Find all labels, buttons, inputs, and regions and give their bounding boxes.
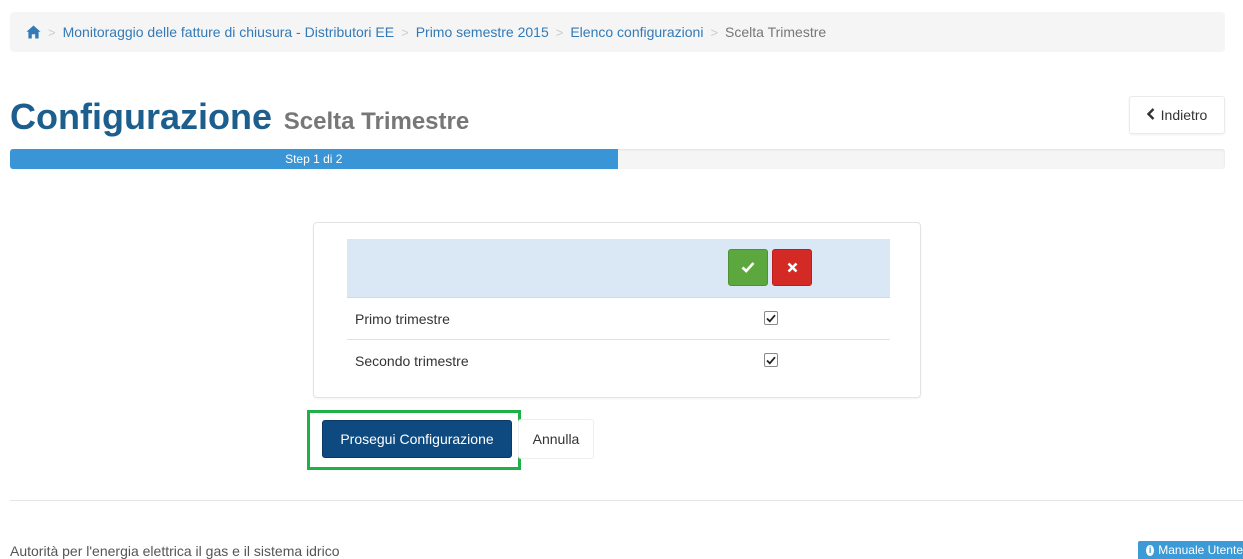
quarter-selection-panel: Primo trimestre Secondo trimestre [313, 222, 921, 398]
breadcrumb-separator: > [710, 24, 719, 40]
breadcrumb-separator: > [555, 24, 564, 40]
home-icon[interactable] [26, 25, 41, 39]
user-manual-button[interactable]: i Manuale Utente [1138, 541, 1243, 559]
check-icon [741, 260, 755, 276]
quarter-table: Primo trimestre Secondo trimestre [347, 239, 890, 382]
table-header-actions [728, 249, 812, 286]
progress-label: Step 1 di 2 [285, 152, 343, 166]
user-manual-label: Manuale Utente [1158, 543, 1243, 557]
breadcrumb-separator: > [401, 24, 409, 40]
info-circle-icon: i [1146, 544, 1155, 556]
cancel-button[interactable]: Annulla [518, 419, 594, 459]
progress-bar: Step 1 di 2 [10, 149, 1225, 169]
footer-text: Autorità per l'energia elettrica il gas … [10, 543, 340, 559]
row-label: Primo trimestre [355, 310, 450, 327]
page-title-main: Configurazione [10, 96, 272, 137]
table-row: Secondo trimestre [347, 340, 890, 382]
back-button-label: Indietro [1160, 107, 1208, 123]
row-label: Secondo trimestre [355, 353, 469, 369]
select-all-button[interactable] [728, 249, 768, 286]
breadcrumb-current: Scelta Trimestre [725, 24, 827, 40]
breadcrumb-link-monitoraggio[interactable]: Monitoraggio delle fatture di chiusura -… [63, 24, 395, 40]
times-icon [787, 260, 798, 276]
chevron-left-icon [1146, 107, 1155, 123]
page-subtitle: Scelta Trimestre [283, 108, 470, 135]
breadcrumb-link-semestre[interactable]: Primo semestre 2015 [416, 24, 549, 40]
progress-bar-fill: Step 1 di 2 [10, 149, 618, 169]
breadcrumb: > Monitoraggio delle fatture di chiusura… [10, 12, 1225, 52]
table-header [347, 239, 890, 298]
continue-configuration-button[interactable]: Prosegui Configurazione [322, 420, 512, 458]
back-button[interactable]: Indietro [1129, 96, 1225, 134]
breadcrumb-separator: > [48, 24, 56, 40]
quarter-checkbox[interactable] [764, 311, 778, 325]
deselect-all-button[interactable] [772, 249, 812, 286]
table-row: Primo trimestre [347, 298, 890, 340]
breadcrumb-link-elenco[interactable]: Elenco configurazioni [570, 24, 703, 40]
page-title: Configurazione Scelta Trimestre [10, 96, 469, 138]
footer-divider [10, 500, 1243, 501]
quarter-checkbox[interactable] [764, 353, 778, 367]
